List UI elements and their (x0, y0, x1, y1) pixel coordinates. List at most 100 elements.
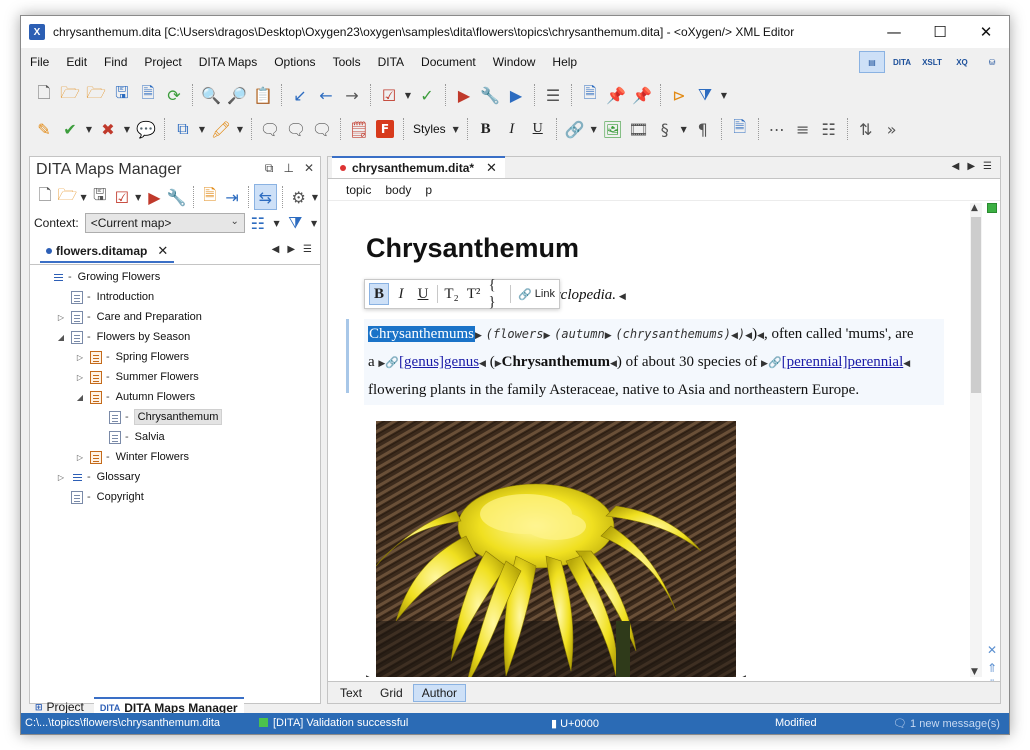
tree-item[interactable]: ▷ - Winter Flowers (30, 447, 320, 467)
close-tab-icon[interactable]: ✕ (157, 243, 168, 259)
pin-panel-icon[interactable]: ⊥ (283, 161, 293, 176)
keyword-chrysanthemums[interactable]: (chrysanthemums) (615, 327, 731, 341)
filter-icon[interactable]: ⧩ (692, 82, 718, 108)
link-with-editor-icon[interactable]: ⇆ (254, 184, 277, 210)
edit-comment-icon[interactable]: 🗨 (283, 116, 309, 142)
editor-tab-prev-icon[interactable]: ◀ (952, 161, 960, 172)
tree-item[interactable]: ◢ - Autumn Flowers (30, 387, 320, 407)
settings-dropdown-icon[interactable]: ▼ (310, 184, 320, 210)
editor-perspective-icon[interactable]: ▤ (859, 51, 885, 73)
tree-item[interactable]: - Growing Flowers (30, 267, 320, 287)
close-panel-icon[interactable]: ✕ (304, 161, 314, 176)
add-comment-icon[interactable]: 🗨 (257, 116, 283, 142)
remove-comment-icon[interactable]: 🗨 (309, 116, 335, 142)
selected-text[interactable]: Chrysanthemums (368, 326, 475, 342)
section-dropdown-icon[interactable]: ▼ (678, 116, 690, 142)
tree-item[interactable]: - Copyright (30, 487, 320, 507)
tab-text-mode[interactable]: Text (332, 684, 370, 702)
tab-grid-mode[interactable]: Grid (372, 684, 411, 702)
validate-icon[interactable]: ☑ (376, 82, 402, 108)
configure-transform-icon[interactable]: 🔧 (477, 82, 503, 108)
tab-list-icon[interactable]: ☰ (303, 244, 312, 255)
chrysanthemum-image[interactable] (376, 421, 736, 677)
back-icon[interactable]: ← (313, 82, 339, 108)
keyword-flowers[interactable]: (flowers (486, 327, 544, 341)
expand-toggle-icon[interactable]: ▷ (55, 313, 67, 322)
float-link-button[interactable]: 🔗 Link (514, 288, 559, 301)
reject-dropdown-icon[interactable]: ▼ (121, 116, 133, 142)
reload-icon[interactable]: ⟳ (161, 82, 187, 108)
underline-icon[interactable]: U (525, 116, 551, 142)
breadcrumb-p[interactable]: p (425, 183, 432, 197)
reject-change-icon[interactable]: ✖ (95, 116, 121, 142)
save-icon[interactable]: 🖫 (109, 82, 135, 108)
find-in-files-icon[interactable]: 🔎 (224, 82, 250, 108)
float-underline-button[interactable]: U (413, 283, 433, 305)
save-map-icon[interactable]: 🖫 (89, 184, 111, 210)
minimize-icon[interactable]: — (871, 16, 917, 48)
expand-toggle-icon[interactable]: ▷ (74, 353, 86, 362)
tree-item[interactable]: ▷ - Summer Flowers (30, 367, 320, 387)
review-icon[interactable]: 🗒 (346, 116, 372, 142)
apply-transform-icon[interactable]: ▶ (451, 82, 477, 108)
validate-dropdown-icon[interactable]: ▼ (402, 82, 414, 108)
insert-image-icon[interactable]: 🖼 (600, 116, 626, 142)
breadcrumb-body[interactable]: body (385, 183, 411, 197)
close-icon[interactable]: ✕ (963, 16, 1009, 48)
document-title[interactable]: Chrysanthemum (366, 233, 579, 264)
accept-change-icon[interactable]: ✔ (57, 116, 83, 142)
short-description[interactable]: yclopedia. ◀ (554, 287, 626, 304)
paragraph-icon[interactable]: ¶ (690, 116, 716, 142)
edit-properties-icon[interactable]: ⇥ (221, 184, 243, 210)
tab-prev-icon[interactable]: ◀ (272, 244, 280, 255)
tags-dropdown-icon[interactable]: ▼ (196, 116, 208, 142)
format-indent-icon[interactable]: ☰ (540, 82, 566, 108)
tree-item[interactable]: ▷ - Glossary (30, 467, 320, 487)
spellcheck-icon[interactable]: ✓ (414, 82, 440, 108)
open-url-icon[interactable]: 🗁 (83, 82, 109, 108)
menu-window[interactable]: Window (484, 55, 544, 69)
more-toolbar-icon[interactable]: » (879, 116, 905, 142)
scroll-down-icon[interactable]: ▼ (971, 667, 978, 677)
xref-perennial[interactable]: [perennial]perennial (782, 354, 904, 370)
status-messages[interactable]: 🗨 1 new message(s) (893, 717, 1000, 730)
xslt-debugger-icon[interactable]: XSLT (919, 51, 945, 73)
open-map-icon[interactable]: 🗁 (56, 184, 78, 210)
italic-icon[interactable]: I (499, 116, 525, 142)
link-dropdown-icon[interactable]: ▼ (588, 116, 600, 142)
menu-help[interactable]: Help (543, 55, 585, 69)
map-filter-icon[interactable]: ⧩ (282, 210, 308, 236)
menu-find[interactable]: Find (95, 55, 135, 69)
menu-file[interactable]: File (21, 55, 57, 69)
link-icon[interactable]: 🔗 (562, 116, 588, 142)
settings-gear-icon[interactable]: ⚙ (288, 184, 310, 210)
unordered-list-icon[interactable]: ☷ (816, 116, 842, 142)
status-validation[interactable]: [DITA] Validation successful (259, 717, 408, 729)
styles-dropdown-icon[interactable]: ▼ (450, 116, 462, 142)
tab-flowers-ditamap[interactable]: flowers.ditamap ✕ (40, 240, 175, 263)
import-arrow-icon[interactable]: ↙ (287, 82, 313, 108)
expand-toggle-icon[interactable]: ◢ (74, 393, 86, 402)
section-icon[interactable]: § (652, 116, 678, 142)
menu-options[interactable]: Options (265, 55, 323, 69)
float-italic-button[interactable]: I (391, 283, 411, 305)
float-code-button[interactable]: { } (486, 277, 506, 310)
filter-dropdown-icon[interactable]: ▼ (718, 82, 730, 108)
dita-perspective-icon[interactable]: DITA (889, 51, 915, 73)
keyword-autumn[interactable]: (autumn (554, 327, 605, 341)
float-superscript-button[interactable]: T² (464, 283, 484, 305)
styles-menu[interactable]: Styles (409, 122, 450, 136)
editor-tab-list-icon[interactable]: ☰ (983, 161, 992, 172)
menu-dita-maps[interactable]: DITA Maps (190, 55, 265, 69)
validate-map-dropdown-icon[interactable]: ▼ (133, 184, 143, 210)
tree-item[interactable]: ▷ - Spring Flowers (30, 347, 320, 367)
context-select[interactable]: <Current map> ⌄ (84, 213, 245, 233)
highlight-icon[interactable]: 🖍 (208, 116, 234, 142)
tree-item[interactable]: - Salvia (30, 427, 320, 447)
paragraph[interactable]: Chrysanthemums▶ (flowers▶ (autumn▶ (chry… (364, 319, 944, 405)
tree-item[interactable]: - Introduction (30, 287, 320, 307)
conref-icon[interactable]: 🗎 (727, 116, 753, 142)
manage-tags-icon[interactable]: ⧉ (170, 116, 196, 142)
vertical-scrollbar[interactable]: ▲ ▼ (970, 203, 982, 677)
editor-tab-next-icon[interactable]: ▶ (967, 161, 975, 172)
